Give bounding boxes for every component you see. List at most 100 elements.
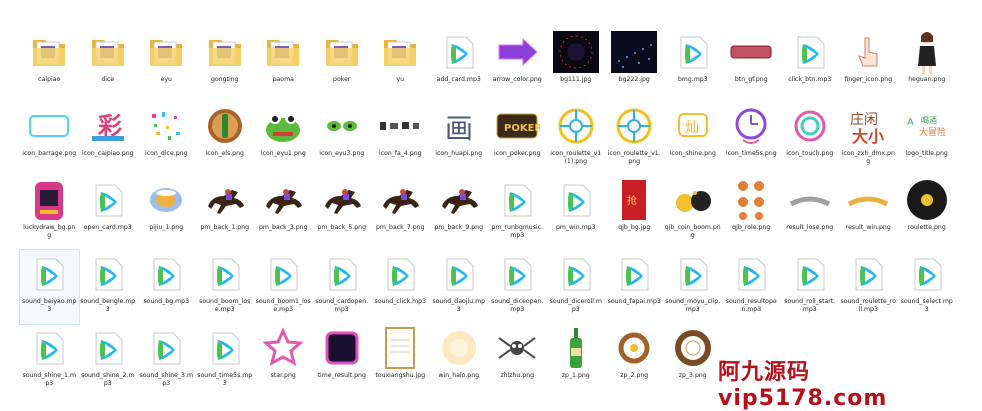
file-name-label: pm_runbgmusic.mp3 (491, 224, 544, 239)
file-item-open-card-mp3[interactable]: open_card.mp3 (79, 176, 138, 250)
file-item-sound-beiyao-mp3[interactable]: sound_beiyao.mp3 (19, 249, 80, 325)
audio-icon (904, 252, 950, 296)
file-item-btn-gf-png[interactable]: btn_gf.png (722, 28, 781, 102)
file-item-zhizhu-png[interactable]: zhizhu.png (488, 324, 547, 398)
file-item-icon-fa-4-png[interactable]: icon_fa_4.png (371, 102, 430, 176)
file-item-icon-dice-png[interactable]: icon_dice.png (137, 102, 196, 176)
file-item-icon-time5s-png[interactable]: icon_time5s.png (722, 102, 781, 176)
file-item-sound-click-mp3[interactable]: sound_click.mp3 (371, 250, 430, 324)
svg-text:灿: 灿 (685, 120, 699, 136)
file-name-label: pm_win.mp3 (555, 224, 596, 231)
file-item-qjb-role-png[interactable]: qjb_role.png (722, 176, 781, 250)
file-item-icon-caipiao-png[interactable]: 彩 icon_caipiao.png (79, 102, 138, 176)
file-item-sound-moyu-clip-mp3[interactable]: sound_moyu_clip.mp3 (664, 250, 723, 324)
file-item-sound-select-mp3[interactable]: sound_select.mp3 (898, 250, 957, 324)
file-item-icon-barrage-png[interactable]: icon_barrage.png (20, 102, 79, 176)
file-item-pm-win-mp3[interactable]: pm_win.mp3 (547, 176, 606, 250)
file-item-pm-back-7-png[interactable]: pm_back_7.png (371, 176, 430, 250)
arrow-icon (494, 30, 540, 74)
file-item-sound-shine-1-mp3[interactable]: sound_shine_1.mp3 (20, 324, 79, 398)
file-item-sound-roulette-roll-mp3[interactable]: sound_roulette_roll.mp3 (839, 250, 898, 324)
file-item-poker[interactable]: poker (313, 28, 372, 102)
file-item-icon-eyu1-png[interactable]: icon_eyu1.png (254, 102, 313, 176)
file-item-icon-huapi-png[interactable]: 画 icon_huapi.png (430, 102, 489, 176)
file-item-luckydraw-bg-png[interactable]: luckydraw_bg.png (20, 176, 79, 250)
audio-icon (85, 326, 131, 370)
file-item-sound-bengle-mp3[interactable]: sound_bengle.mp3 (79, 250, 138, 324)
file-item-sound-resultopen-mp3[interactable]: sound_resultopen.mp3 (722, 250, 781, 324)
svg-text:庄闲: 庄闲 (850, 111, 878, 128)
file-item-logo-title-png[interactable]: A 喝酒 大冒险 logo_title.png (898, 102, 957, 176)
file-item-result-lose-png[interactable]: result_lose.png (781, 176, 840, 250)
file-name-label: icon_zxh_dmx.png (841, 150, 895, 165)
file-name-label: zhizhu.png (500, 372, 535, 379)
file-item-add-card-mp3[interactable]: add_card.mp3 (430, 28, 489, 102)
file-item-sound-shine-2-mp3[interactable]: sound_shine_2.mp3 (79, 324, 138, 398)
wheel-icon (611, 104, 657, 148)
file-name-label: click_btn.mp3 (788, 76, 832, 83)
file-item-yu[interactable]: yu (371, 28, 430, 102)
file-name-label: icon_eyu3.png (319, 150, 365, 157)
file-item-gongting[interactable]: gongting (196, 28, 255, 102)
file-name-label: icon_barrage.png (22, 150, 77, 157)
file-item-pm-back-1-png[interactable]: pm_back_1.png (196, 176, 255, 250)
file-item-zp-2-png[interactable]: zp_2.png (605, 324, 664, 398)
file-item-bmg-mp3[interactable]: bmg.mp3 (664, 28, 723, 102)
file-item-sound-boom-lose-mp3[interactable]: sound_boom_lose.mp3 (196, 250, 255, 324)
file-item-icon-zxh-dmx-png[interactable]: 庄闲 大小 icon_zxh_dmx.png (839, 102, 898, 176)
file-item-icon-shine-png[interactable]: 灿 icon_shine.png (664, 102, 723, 176)
file-item-icon-roulette-v1-1-png[interactable]: icon_roulette_v1 (1).png (547, 102, 606, 176)
file-name-label: sound_moyu_clip.mp3 (665, 298, 721, 313)
file-item-qjb-bg-jpg[interactable]: 抢 qjb_bg.jpg (605, 176, 664, 250)
file-item-icon-poker-png[interactable]: POKER icon_poker.png (488, 102, 547, 176)
file-item-finger-icon-png[interactable]: finger_icon.png (839, 28, 898, 102)
audio-icon (728, 252, 774, 296)
file-item-click-btn-mp3[interactable]: click_btn.mp3 (781, 28, 840, 102)
caipiaoicon-icon: 彩 (85, 104, 131, 148)
audio-icon (611, 252, 657, 296)
file-name-label: sound_shine_2.mp3 (81, 372, 135, 387)
file-item-sound-daojiu-mp3[interactable]: sound_daojiu.mp3 (430, 250, 489, 324)
file-item-heguan-png[interactable]: heguan.png (898, 28, 957, 102)
file-name-label: pm_back_7.png (375, 224, 425, 231)
file-item-sound-time5s-mp3[interactable]: sound_time5s.mp3 (196, 324, 255, 398)
file-item-result-win-png[interactable]: result_win.png (839, 176, 898, 250)
file-item-pijiu-1-png[interactable]: pijiu_1.png (137, 176, 196, 250)
audio-icon (377, 252, 423, 296)
file-item-sound-boom1-lose-mp3[interactable]: sound_boom1_lose.mp3 (254, 250, 313, 324)
file-item-bg222-jpg[interactable]: bg222.jpg (605, 28, 664, 102)
file-item-win-halo-png[interactable]: win_halo.png (430, 324, 489, 398)
file-item-pm-back-5-png[interactable]: pm_back_5.png (313, 176, 372, 250)
file-item-zp-3-png[interactable]: zp_3.png (664, 324, 723, 398)
file-item-time-result-png[interactable]: time_result.png (313, 324, 372, 398)
file-item-arrow-color-png[interactable]: arrow_color.png (488, 28, 547, 102)
btn-icon (728, 30, 774, 74)
file-name-label: sound_bengle.mp3 (80, 298, 136, 313)
file-item-icon-roulette-v1-png[interactable]: icon_roulette_v1.png (605, 102, 664, 176)
file-item-sound-diceroll-mp3[interactable]: sound_diceroll.mp3 (547, 250, 606, 324)
file-item-sound-fapai-mp3[interactable]: sound_fapai.mp3 (605, 250, 664, 324)
file-item-sound-roll-start-mp3[interactable]: sound_roll_start.mp3 (781, 250, 840, 324)
file-item-pm-back-9-png[interactable]: pm_back_9.png (430, 176, 489, 250)
file-item-sound-diceopen-mp3[interactable]: sound_diceopen.mp3 (488, 250, 547, 324)
file-item-pm-back-3-png[interactable]: pm_back_3.png (254, 176, 313, 250)
file-item-icon-els-png[interactable]: icon_els.png (196, 102, 255, 176)
file-name-label: pm_back_5.png (317, 224, 367, 231)
file-item-zp-1-png[interactable]: zp_1.png (547, 324, 606, 398)
file-item-touxiangshu-jpg[interactable]: touxiangshu.jpg (371, 324, 430, 398)
file-item-eyu[interactable]: eyu (137, 28, 196, 102)
file-item-dice[interactable]: dice (79, 28, 138, 102)
file-item-bg111-jpg[interactable]: bg111.jpg (547, 28, 606, 102)
file-item-roulette-png[interactable]: roulette.png (898, 176, 957, 250)
file-item-icon-touch-png[interactable]: icon_touch.png (781, 102, 840, 176)
audio-icon (85, 178, 131, 222)
file-item-caipiao[interactable]: caipiao (20, 28, 79, 102)
file-item-sound-cardopen-mp3[interactable]: sound_cardopen.mp3 (313, 250, 372, 324)
file-item-icon-eyu3-png[interactable]: icon_eyu3.png (313, 102, 372, 176)
file-item-sound-bg-mp3[interactable]: sound_bg.mp3 (137, 250, 196, 324)
file-item-pm-runbgmusic-mp3[interactable]: pm_runbgmusic.mp3 (488, 176, 547, 250)
file-item-star-png[interactable]: star.png (254, 324, 313, 398)
file-item-sound-shine-3-mp3[interactable]: sound_shine_3.mp3 (137, 324, 196, 398)
file-item-paoma[interactable]: paoma (254, 28, 313, 102)
file-item-qjb-coin-boom-png[interactable]: qjb_coin_boom.png (664, 176, 723, 250)
